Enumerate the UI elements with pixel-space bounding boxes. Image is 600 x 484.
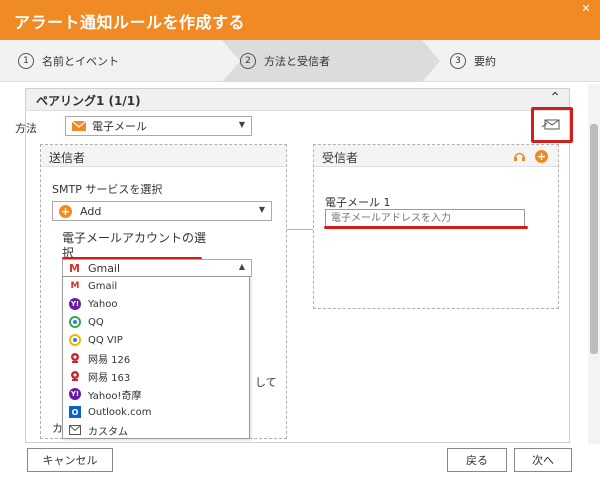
account-label: 電子メールアカウントの選 — [62, 231, 207, 245]
method-label: 方法 — [15, 122, 37, 135]
chevron-down-icon: ▼ — [238, 120, 245, 129]
option-netease-126[interactable]: 网易 126 — [63, 349, 249, 367]
qq-icon — [69, 316, 81, 328]
option-custom[interactable]: カスタム — [63, 421, 249, 439]
chevron-down-icon: ▼ — [258, 205, 265, 214]
step-3-number: 3 — [450, 53, 466, 69]
qq-icon — [69, 334, 81, 346]
option-qq[interactable]: QQ — [63, 313, 249, 331]
email-label: 電子メール 1 — [325, 196, 391, 209]
step-1: 1 名前とイベント — [18, 40, 119, 82]
scrollbar-thumb[interactable] — [590, 124, 598, 354]
envelope-icon — [69, 424, 81, 436]
next-button[interactable]: 次へ — [514, 448, 572, 472]
underline-email-input — [324, 226, 528, 229]
smtp-label: SMTP サービスを選択 — [52, 183, 163, 196]
outlook-icon: O — [69, 406, 81, 418]
partial-text: して — [255, 376, 277, 389]
sender-header: 送信者 — [41, 145, 286, 167]
method-value: 電子メール — [92, 120, 147, 133]
netease-icon — [69, 370, 81, 382]
option-yahoo[interactable]: Y! Yahoo — [63, 295, 249, 313]
account-select[interactable]: M Gmail ▲ — [62, 259, 252, 277]
option-label: QQ VIP — [88, 334, 123, 346]
chevron-up-icon: ▲ — [238, 262, 245, 271]
envelope-orange-icon — [72, 121, 86, 131]
step-1-number: 1 — [18, 53, 34, 69]
back-button[interactable]: 戻る — [447, 448, 507, 472]
dialog-title: アラート通知ルールを作成する — [14, 13, 246, 32]
option-label: Yahoo!奇摩 — [88, 390, 142, 402]
netease-icon — [69, 352, 81, 364]
chevron-up-icon[interactable]: ⌃ — [549, 90, 561, 106]
option-label: Outlook.com — [88, 406, 152, 418]
pairing-title: ペアリング1 (1/1) — [36, 94, 141, 108]
connector-line — [287, 229, 313, 230]
option-netease-163[interactable]: 网易 163 — [63, 367, 249, 385]
step-1-label: 名前とイベント — [42, 55, 119, 68]
vertical-scrollbar[interactable] — [588, 84, 600, 444]
option-label: 网易 126 — [88, 354, 131, 366]
yahoo-icon: Y! — [69, 388, 81, 400]
smtp-select[interactable]: + Add ▼ — [52, 201, 272, 221]
option-label: Yahoo — [88, 298, 118, 310]
option-label: Gmail — [88, 280, 118, 292]
recipient-title: 受信者 — [322, 151, 359, 165]
option-label: 网易 163 — [88, 372, 131, 384]
gmail-icon: M — [69, 261, 80, 275]
option-yahoo-kimo[interactable]: Y! Yahoo!奇摩 — [63, 385, 249, 403]
option-qq-vip[interactable]: QQ VIP — [63, 331, 249, 349]
gmail-icon: M — [70, 281, 80, 291]
title-bar: アラート通知ルールを作成する ✕ — [0, 0, 600, 40]
step-2: 2 方法と受信者 — [240, 40, 330, 82]
pairing-header[interactable]: ペアリング1 (1/1) ⌃ — [26, 89, 569, 111]
headset-icon[interactable] — [513, 150, 526, 163]
step-3-label: 要約 — [474, 55, 496, 68]
option-gmail[interactable]: M Gmail — [63, 277, 249, 295]
step-3: 3 要約 — [450, 40, 496, 82]
step-2-label: 方法と受信者 — [264, 55, 330, 68]
account-value: Gmail — [87, 261, 121, 275]
email-input[interactable] — [325, 209, 525, 227]
yahoo-icon: Y! — [69, 298, 81, 310]
highlight-send-test — [531, 107, 573, 143]
add-recipient-icon[interactable]: + — [535, 150, 548, 163]
close-icon[interactable]: ✕ — [576, 0, 596, 18]
option-label: QQ — [88, 316, 104, 328]
sender-title: 送信者 — [49, 151, 86, 165]
option-label: カスタム — [88, 426, 128, 438]
method-select[interactable]: 電子メール ▼ — [65, 116, 252, 136]
cancel-button[interactable]: キャンセル — [27, 448, 113, 472]
plus-icon: + — [59, 204, 72, 218]
option-outlook[interactable]: O Outlook.com — [63, 403, 249, 421]
account-dropdown-list: M Gmail Y! Yahoo QQ QQ VIP 网易 126 网易 163… — [62, 276, 250, 439]
smtp-value: Add — [80, 204, 102, 218]
step-2-number: 2 — [240, 53, 256, 69]
